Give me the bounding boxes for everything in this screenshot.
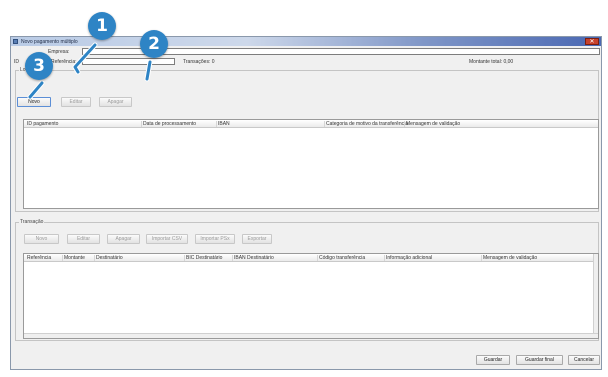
callout-badge-2: 2 bbox=[140, 30, 168, 58]
callout-arrows bbox=[27, 42, 153, 100]
callout-badge-1: 1 bbox=[88, 12, 116, 40]
callout-3-arrow bbox=[28, 81, 44, 99]
callout-badge-3: 3 bbox=[25, 52, 53, 80]
